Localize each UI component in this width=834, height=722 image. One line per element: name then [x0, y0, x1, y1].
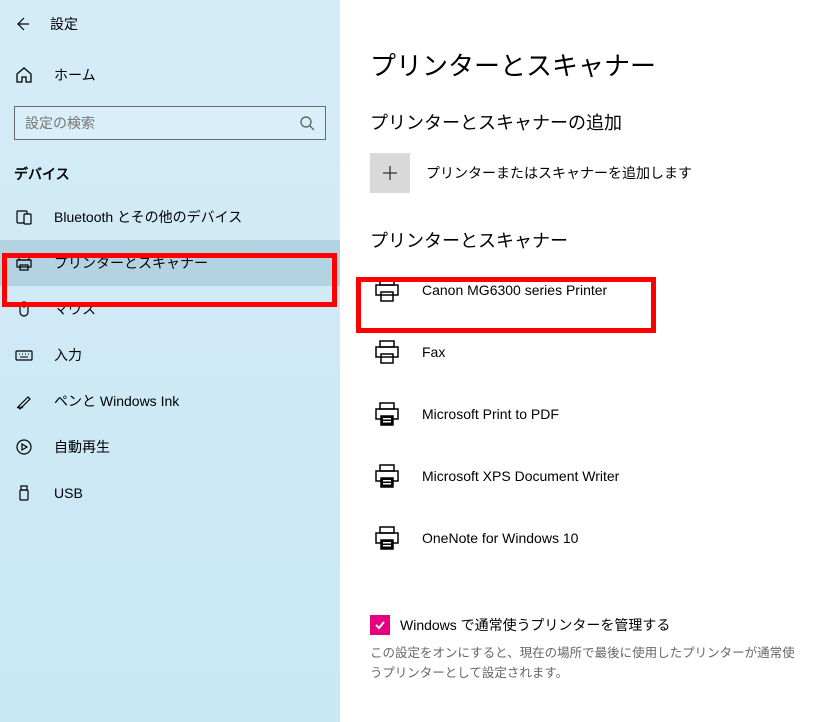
- device-name: Canon MG6300 series Printer: [422, 282, 607, 298]
- back-button[interactable]: [14, 16, 30, 32]
- printer-icon: [370, 521, 404, 555]
- sidebar-item-pen[interactable]: ペンと Windows Ink: [0, 378, 340, 424]
- manage-default-checkbox[interactable]: Windows で通常使うプリンターを管理する: [370, 615, 804, 635]
- checkbox-label: Windows で通常使うプリンターを管理する: [400, 615, 670, 635]
- list-section-header: プリンターとスキャナー: [370, 227, 804, 253]
- sidebar-item-usb[interactable]: USB: [0, 470, 340, 516]
- devices-icon: [14, 207, 34, 227]
- device-name: Fax: [422, 344, 445, 360]
- pen-icon: [14, 391, 34, 411]
- home-label: ホーム: [54, 65, 96, 85]
- device-item[interactable]: OneNote for Windows 10: [370, 507, 804, 569]
- sidebar-item-printers[interactable]: プリンターとスキャナー: [0, 240, 340, 286]
- device-name: OneNote for Windows 10: [422, 530, 578, 546]
- device-item[interactable]: Microsoft Print to PDF: [370, 383, 804, 445]
- sidebar-item-label: ペンと Windows Ink: [54, 391, 179, 411]
- search-field[interactable]: [25, 115, 299, 131]
- sidebar-item-label: 自動再生: [54, 437, 110, 457]
- keyboard-icon: [14, 345, 34, 365]
- category-label: デバイス: [0, 150, 340, 194]
- settings-title: 設定: [50, 14, 78, 34]
- checkbox-checked-icon: [370, 615, 390, 635]
- sidebar-item-autoplay[interactable]: 自動再生: [0, 424, 340, 470]
- usb-icon: [14, 483, 34, 503]
- sidebar-item-label: マウス: [54, 299, 96, 319]
- printer-icon: [370, 273, 404, 307]
- sidebar-home[interactable]: ホーム: [0, 54, 340, 96]
- mouse-icon: [14, 299, 34, 319]
- add-tile[interactable]: [370, 153, 410, 193]
- sidebar-item-typing[interactable]: 入力: [0, 332, 340, 378]
- search-input[interactable]: [14, 106, 326, 140]
- home-icon: [14, 65, 34, 85]
- device-item[interactable]: Canon MG6300 series Printer: [370, 259, 804, 321]
- sidebar-item-label: Bluetooth とその他のデバイス: [54, 207, 242, 227]
- printer-icon: [370, 397, 404, 431]
- device-item[interactable]: Microsoft XPS Document Writer: [370, 445, 804, 507]
- sidebar-item-label: 入力: [54, 345, 82, 365]
- manage-description: この設定をオンにすると、現在の場所で最後に使用したプリンターが通常使うプリンター…: [370, 643, 804, 683]
- add-section-header: プリンターとスキャナーの追加: [370, 109, 804, 135]
- add-printer-row[interactable]: プリンターまたはスキャナーを追加します: [370, 153, 804, 193]
- printer-icon: [14, 253, 34, 273]
- autoplay-icon: [14, 437, 34, 457]
- device-item[interactable]: Fax: [370, 321, 804, 383]
- printer-icon: [370, 459, 404, 493]
- device-name: Microsoft XPS Document Writer: [422, 468, 619, 484]
- sidebar-item-mouse[interactable]: マウス: [0, 286, 340, 332]
- page-title: プリンターとスキャナー: [370, 46, 804, 83]
- printer-icon: [370, 335, 404, 369]
- sidebar-item-label: USB: [54, 485, 83, 501]
- device-name: Microsoft Print to PDF: [422, 406, 559, 422]
- add-label: プリンターまたはスキャナーを追加します: [426, 163, 692, 183]
- sidebar-item-label: プリンターとスキャナー: [54, 253, 208, 273]
- search-icon: [299, 115, 315, 131]
- sidebar-item-bluetooth[interactable]: Bluetooth とその他のデバイス: [0, 194, 340, 240]
